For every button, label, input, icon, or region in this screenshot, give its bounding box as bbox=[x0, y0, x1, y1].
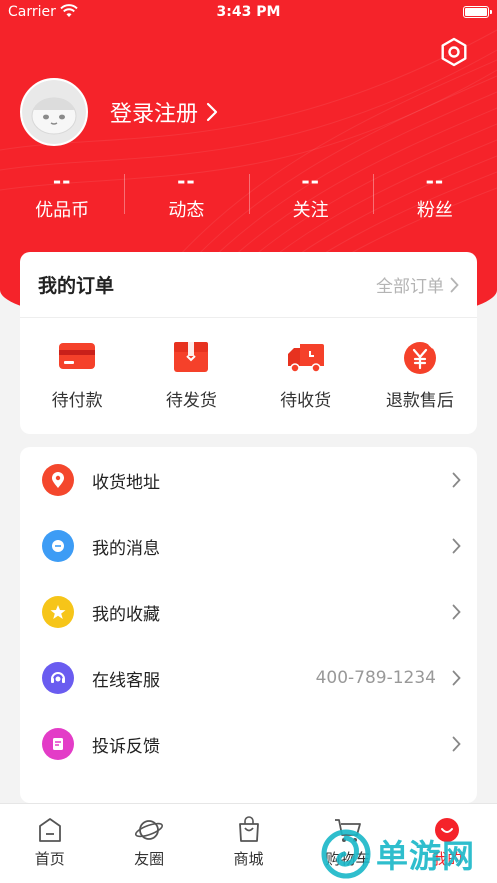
order-pending-shipment[interactable]: 待发货 bbox=[134, 340, 248, 411]
location-pin-icon bbox=[42, 464, 74, 496]
bottom-tab-bar: 首页 友圈 商城 购物车 我的 bbox=[0, 803, 497, 883]
tab-label: 购物车 bbox=[325, 850, 371, 868]
orders-header: 我的订单 全部订单 bbox=[20, 252, 477, 318]
menu-item-favorites[interactable]: 我的收藏 bbox=[20, 579, 477, 645]
order-status-row: 待付款 待发货 待收货 退款售后 bbox=[20, 318, 477, 411]
stat-value: -- bbox=[425, 169, 445, 193]
tab-label: 我的 bbox=[432, 850, 463, 868]
stat-label: 关注 bbox=[292, 200, 329, 221]
stat-following[interactable]: -- 关注 bbox=[248, 168, 373, 228]
order-item-label: 待付款 bbox=[51, 391, 103, 411]
all-orders-label: 全部订单 bbox=[376, 277, 444, 297]
chevron-right-icon bbox=[452, 604, 461, 620]
stat-value: -- bbox=[177, 169, 196, 193]
cart-icon bbox=[334, 819, 361, 842]
hotline-number: 400-789-1234 bbox=[315, 668, 436, 688]
shopping-bag-icon bbox=[238, 816, 259, 842]
truck-icon bbox=[287, 344, 324, 373]
tab-home[interactable]: 首页 bbox=[0, 804, 99, 883]
order-item-label: 待收货 bbox=[280, 391, 332, 411]
battery-icon bbox=[463, 6, 492, 18]
order-refund-aftersale[interactable]: 退款售后 bbox=[363, 340, 477, 411]
menu-item-label: 我的消息 bbox=[92, 538, 160, 559]
order-item-label: 待发货 bbox=[165, 391, 217, 411]
login-register-label: 登录注册 bbox=[110, 102, 199, 127]
profile-smile-icon bbox=[435, 818, 460, 842]
stat-value: -- bbox=[301, 169, 320, 193]
order-pending-payment[interactable]: 待付款 bbox=[20, 340, 134, 411]
menu-item-label: 在线客服 bbox=[92, 670, 160, 691]
menu-item-address[interactable]: 收货地址 bbox=[20, 447, 477, 513]
planet-icon bbox=[135, 820, 164, 840]
stat-label: 动态 bbox=[168, 200, 205, 221]
stat-coins[interactable]: -- 优品币 bbox=[0, 168, 124, 228]
order-item-label: 退款售后 bbox=[385, 391, 454, 411]
stat-label: 优品币 bbox=[35, 200, 90, 221]
home-icon bbox=[38, 818, 61, 842]
login-register-link[interactable]: 登录注册 bbox=[110, 96, 218, 128]
avatar[interactable] bbox=[20, 78, 88, 146]
chevron-right-icon bbox=[452, 472, 461, 488]
tab-label: 首页 bbox=[34, 850, 65, 868]
star-icon bbox=[42, 596, 74, 628]
tab-friends[interactable]: 友圈 bbox=[99, 804, 198, 883]
profile-stats: -- 优品币 -- 动态 -- 关注 -- 粉丝 bbox=[0, 168, 497, 228]
settings-hexagon-icon[interactable] bbox=[438, 36, 470, 68]
stat-followers[interactable]: -- 粉丝 bbox=[372, 168, 497, 228]
menu-item-label: 我的收藏 bbox=[92, 604, 160, 625]
menu-item-label: 收货地址 bbox=[92, 472, 160, 493]
chevron-right-icon bbox=[450, 277, 459, 292]
card-icon bbox=[59, 343, 96, 369]
chevron-right-icon bbox=[452, 538, 461, 554]
chevron-right-icon bbox=[206, 102, 218, 122]
chevron-right-icon bbox=[452, 670, 461, 686]
yen-refund-icon bbox=[403, 342, 436, 374]
chevron-right-icon bbox=[452, 736, 461, 752]
tab-mine[interactable]: 我的 bbox=[398, 804, 497, 883]
tab-label: 友圈 bbox=[134, 850, 165, 868]
menu-item-label: 投诉反馈 bbox=[92, 736, 160, 757]
menu-item-messages[interactable]: 我的消息 bbox=[20, 513, 477, 579]
my-orders-card: 我的订单 全部订单 待付款 待发货 待收货 退款售后 bbox=[20, 252, 477, 434]
all-orders-link[interactable]: 全部订单 bbox=[376, 272, 459, 297]
stat-value: -- bbox=[52, 169, 72, 193]
stat-posts[interactable]: -- 动态 bbox=[124, 168, 248, 228]
feedback-icon bbox=[42, 728, 74, 760]
menu-item-customer-service[interactable]: 在线客服 400-789-1234 bbox=[20, 645, 477, 711]
settings-menu-card: 收货地址 我的消息 我的收藏 在线客服 400-789-1234 投诉反馈 bbox=[20, 447, 477, 803]
gift-box-icon bbox=[174, 342, 209, 372]
tab-mall[interactable]: 商城 bbox=[199, 804, 298, 883]
order-pending-receipt[interactable]: 待收货 bbox=[249, 340, 363, 411]
stat-label: 粉丝 bbox=[416, 200, 453, 221]
tab-cart[interactable]: 购物车 bbox=[298, 804, 397, 883]
robot-avatar-icon bbox=[22, 80, 86, 144]
customer-service-icon bbox=[42, 662, 74, 694]
status-bar: Carrier 3:43 PM bbox=[0, 0, 497, 26]
orders-title: 我的订单 bbox=[38, 275, 115, 297]
clock: 3:43 PM bbox=[216, 4, 281, 20]
message-icon bbox=[42, 530, 74, 562]
tab-label: 商城 bbox=[233, 850, 264, 868]
menu-item-feedback[interactable]: 投诉反馈 bbox=[20, 711, 477, 777]
